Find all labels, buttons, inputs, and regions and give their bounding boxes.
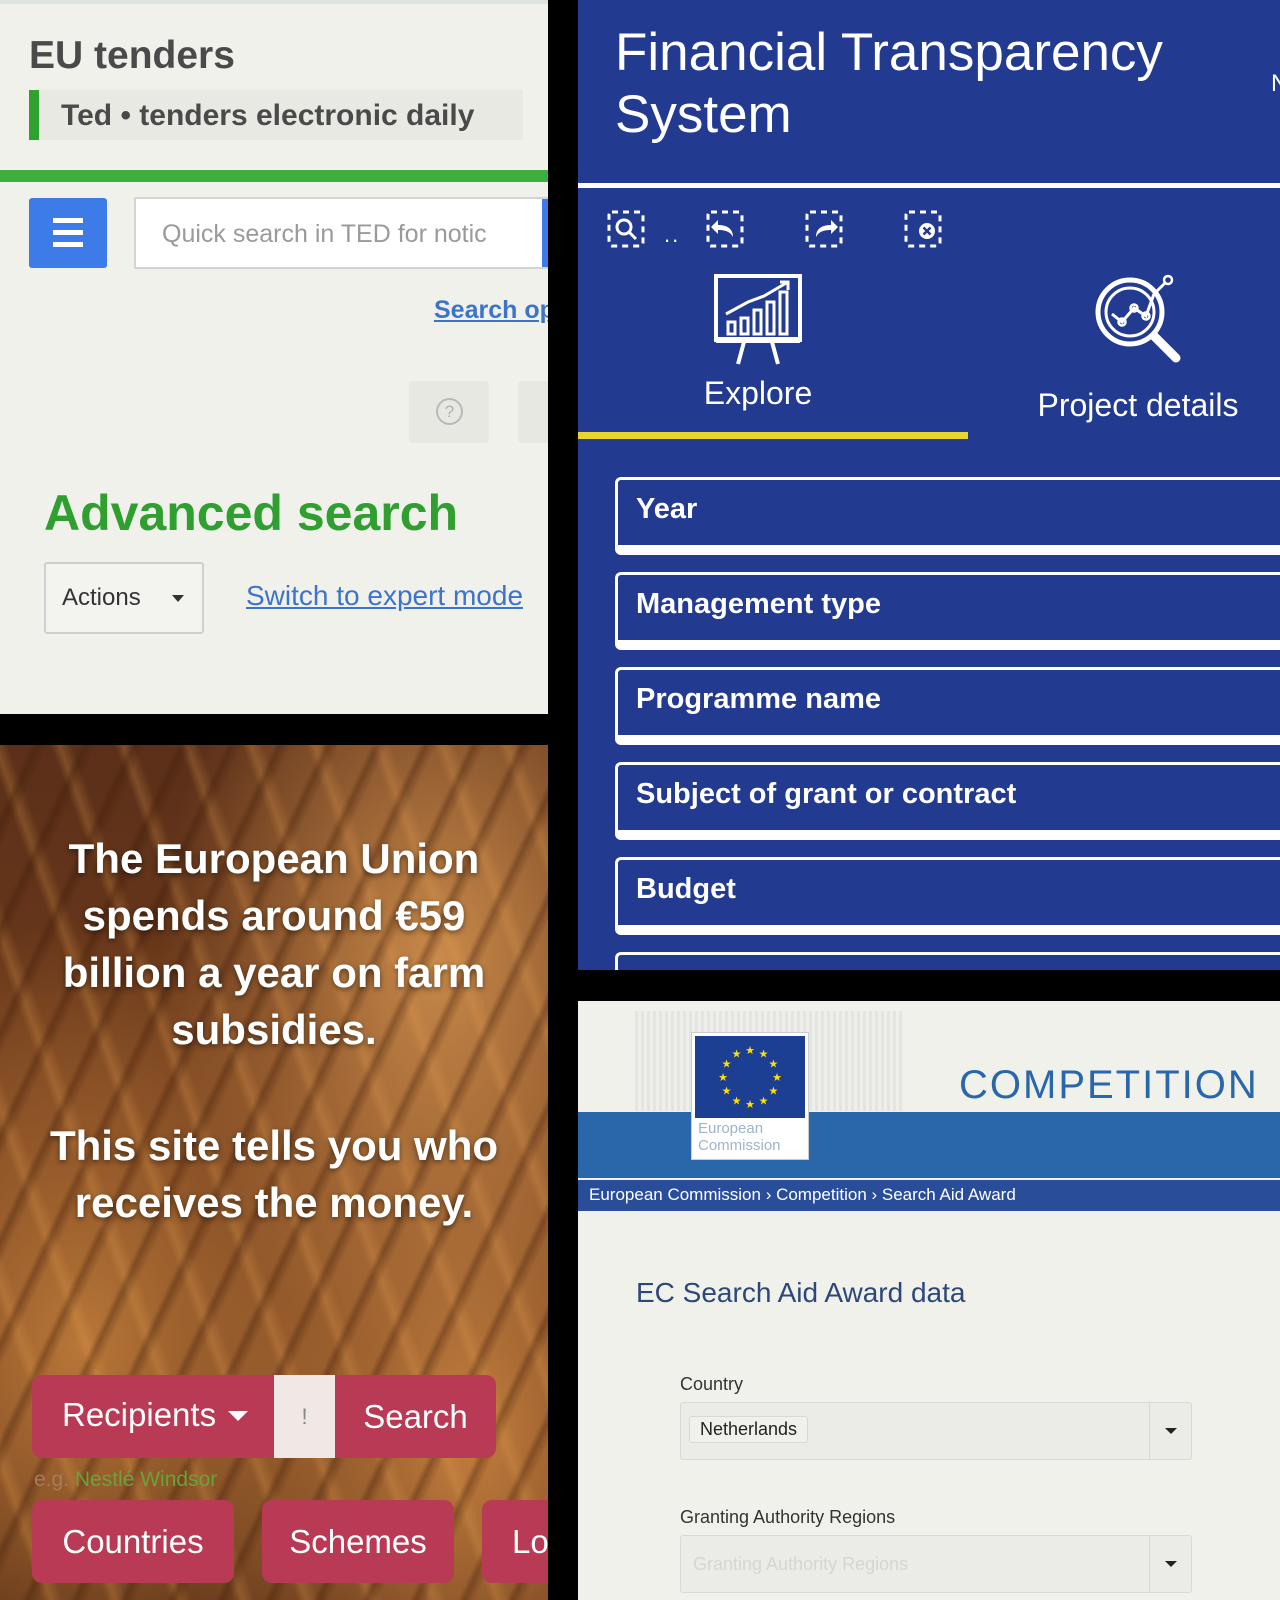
undo-selection-icon[interactable] <box>706 210 744 248</box>
star-icon: ★ <box>732 1095 742 1107</box>
search-button[interactable]: Search <box>335 1375 496 1458</box>
page-title: EC Search Aid Award data <box>636 1277 966 1308</box>
eu-flag-icon: ★ ★ ★ ★ ★ ★ ★ ★ ★ ★ ★ ★ <box>695 1036 805 1118</box>
site-subtitle: Ted • tenders electronic daily <box>29 90 523 140</box>
regions-select[interactable]: Granting Authority Regions <box>680 1535 1192 1593</box>
tab-project-details[interactable]: Project details <box>1023 270 1253 424</box>
filter-budget[interactable]: Budget <box>615 857 1280 935</box>
accent-bar <box>29 90 39 140</box>
search-hint: e.g. Nestlé Windsor <box>34 1468 217 1492</box>
help-icon: ? <box>436 398 463 425</box>
toolbar-separator: .. <box>664 222 681 247</box>
search-input[interactable]: ! <box>274 1375 335 1458</box>
star-icon: ★ <box>759 1095 769 1107</box>
filter-subject[interactable]: Subject of grant or contract <box>615 762 1280 840</box>
quick-search-input[interactable] <box>162 217 522 251</box>
magnifier-analysis-icon <box>1095 274 1181 363</box>
menu-icon <box>53 218 83 223</box>
actions-label: Actions <box>62 584 141 611</box>
recipients-label: Recipients <box>62 1396 217 1433</box>
star-icon: ★ <box>759 1049 769 1061</box>
filter-year[interactable]: Year <box>615 477 1280 555</box>
expert-mode-link[interactable]: Switch to expert mode <box>246 580 523 612</box>
active-tab-indicator <box>578 432 968 439</box>
tab-project-details-label: Project details <box>1037 387 1239 423</box>
caret-down-icon <box>1165 1428 1177 1434</box>
search-bar: Recipients ! Search <box>32 1375 496 1458</box>
regions-label: Granting Authority Regions <box>680 1507 896 1527</box>
dropdown-toggle[interactable] <box>1149 1403 1191 1459</box>
top-line <box>0 0 548 4</box>
menu-edge-text[interactable]: N <box>1271 70 1280 98</box>
header-divider <box>578 183 1280 188</box>
caret-down-icon <box>172 595 184 602</box>
intro-text: The European Union spends around €59 bil… <box>62 835 486 1053</box>
page-title: Advanced search <box>44 485 459 541</box>
quick-search-field[interactable] <box>134 197 548 269</box>
filter-label: Management type <box>636 588 881 620</box>
breadcrumb-text[interactable]: European Commission › Competition › Sear… <box>589 1185 1016 1205</box>
star-icon: ★ <box>768 1059 778 1071</box>
countries-button[interactable]: Countries <box>32 1500 234 1583</box>
hint-prefix: e.g. <box>34 1468 70 1491</box>
header-band <box>578 1112 1280 1178</box>
caret-down-icon <box>1165 1561 1177 1567</box>
caret-down-icon <box>228 1411 248 1421</box>
site-name: EU tenders <box>29 34 235 77</box>
filter-management-type[interactable]: Management type <box>615 572 1280 650</box>
search-submit-edge[interactable] <box>542 199 548 267</box>
filter-label: Subject of grant or contract <box>636 778 1017 810</box>
presentation-chart-icon <box>714 274 802 365</box>
help-button[interactable]: ? <box>409 381 489 443</box>
tagline-text: This site tells you who receives the mon… <box>49 1122 499 1226</box>
zoom-selection-icon[interactable] <box>607 210 645 248</box>
site-title: COMPETITION <box>959 1063 1259 1107</box>
toolbar-button[interactable] <box>518 381 548 443</box>
hint-examples[interactable]: Nestlé Windsor <box>75 1468 217 1491</box>
logo-text-line1: European <box>698 1120 764 1137</box>
ec-logo[interactable]: ★ ★ ★ ★ ★ ★ ★ ★ ★ ★ ★ ★ European Commission <box>691 1032 809 1160</box>
tab-explore[interactable]: Explore <box>688 270 828 412</box>
star-icon: ★ <box>718 1072 728 1084</box>
star-icon: ★ <box>745 1099 755 1111</box>
fts-panel: Financial Transparency System N .. Explo… <box>578 0 1280 970</box>
regions-placeholder: Granting Authority Regions <box>693 1554 909 1574</box>
locations-button[interactable]: Lo <box>482 1500 548 1583</box>
filter-label: Budget <box>636 873 736 905</box>
search-options-link[interactable]: Search op <box>434 296 548 325</box>
competition-panel: ★ ★ ★ ★ ★ ★ ★ ★ ★ ★ ★ ★ European Commission COMPETI… <box>578 1001 1280 1600</box>
filter-next[interactable] <box>615 952 1280 970</box>
filter-label: Programme name <box>636 683 881 715</box>
tab-explore-label: Explore <box>703 375 813 411</box>
dropdown-toggle[interactable] <box>1149 1536 1191 1592</box>
recipients-dropdown[interactable]: Recipients <box>32 1375 274 1458</box>
star-icon: ★ <box>722 1086 732 1098</box>
menu-icon-bar <box>53 230 83 235</box>
star-icon: ★ <box>772 1072 782 1084</box>
country-select[interactable]: Netherlands <box>680 1402 1192 1460</box>
filter-programme-name[interactable]: Programme name <box>615 667 1280 745</box>
logo-text-line2: Commission <box>698 1137 781 1154</box>
star-icon: ★ <box>732 1049 742 1061</box>
header-divider <box>0 170 548 182</box>
country-value[interactable]: Netherlands <box>689 1416 809 1443</box>
redo-selection-icon[interactable] <box>805 210 843 248</box>
menu-icon-bar <box>53 242 83 247</box>
breadcrumb: European Commission › Competition › Sear… <box>578 1180 1280 1211</box>
filter-label: Year <box>636 493 698 525</box>
star-icon: ★ <box>745 1045 755 1057</box>
ted-panel: EU tenders Ted • tenders electronic dail… <box>0 0 548 714</box>
star-icon: ★ <box>722 1059 732 1071</box>
actions-dropdown[interactable]: Actions <box>44 562 204 634</box>
star-icon: ★ <box>768 1086 778 1098</box>
hamburger-menu-button[interactable] <box>29 198 107 268</box>
schemes-button[interactable]: Schemes <box>262 1500 454 1583</box>
farm-subsidy-panel: The European Union spends around €59 bil… <box>0 745 548 1600</box>
logo-text: European Commission <box>698 1120 781 1154</box>
country-label: Country <box>680 1374 744 1394</box>
site-subtitle-text: Ted • tenders electronic daily <box>61 99 475 132</box>
app-title: Financial Transparency System <box>615 23 1163 144</box>
clear-selection-icon[interactable] <box>904 210 942 248</box>
